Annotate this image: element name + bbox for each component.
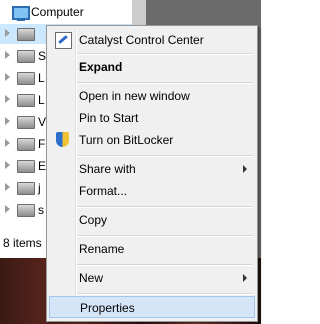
drive-icon	[17, 182, 35, 195]
menu-item-label: Format...	[79, 184, 128, 198]
expand-arrow-icon[interactable]	[5, 139, 10, 147]
drive-icon	[17, 72, 35, 85]
menu-item-label: Expand	[79, 60, 123, 74]
menu-separator	[77, 206, 253, 208]
drive-icon	[17, 160, 35, 173]
menu-item-copy[interactable]: Copy	[49, 209, 255, 231]
expand-arrow-icon[interactable]	[5, 117, 10, 125]
menu-item-rename[interactable]: Rename	[49, 238, 255, 260]
menu-separator	[77, 155, 253, 157]
catalyst-control-center-icon	[55, 32, 72, 49]
drive-icon	[17, 204, 35, 217]
expand-arrow-icon[interactable]	[5, 161, 10, 169]
drive-icon	[17, 94, 35, 107]
expand-arrow-icon[interactable]	[5, 29, 10, 37]
drive-icon	[17, 116, 35, 129]
menu-item-new[interactable]: New	[49, 267, 255, 289]
menu-separator	[77, 264, 253, 266]
menu-item-label: New	[79, 271, 104, 285]
tree-item-label: V	[38, 115, 47, 129]
tree-item-label: j	[38, 181, 41, 195]
menu-item-label: Properties	[80, 301, 135, 315]
menu-item-catalyst-control-center[interactable]: Catalyst Control Center	[49, 29, 255, 51]
menu-item-open-in-new-window[interactable]: Open in new window	[49, 85, 255, 107]
status-items-count: 8 items	[3, 236, 42, 250]
menu-separator	[77, 82, 253, 84]
tree-item-computer[interactable]: Computer	[0, 2, 132, 22]
menu-separator	[77, 293, 253, 295]
menu-item-label: Catalyst Control Center	[79, 33, 204, 47]
tree-item-label: S	[38, 49, 47, 63]
menu-item-pin-to-start[interactable]: Pin to Start	[49, 107, 255, 129]
menu-item-expand[interactable]: Expand	[49, 56, 255, 78]
menu-item-label: Copy	[79, 213, 108, 227]
menu-item-label: Turn on BitLocker	[79, 133, 174, 147]
menu-item-label: Open in new window	[79, 89, 190, 103]
tree-item-label: Computer	[31, 5, 84, 19]
expand-arrow-icon[interactable]	[5, 95, 10, 103]
menu-item-label: Pin to Start	[79, 111, 139, 125]
drive-icon	[17, 138, 35, 151]
menu-item-format[interactable]: Format...	[49, 180, 255, 202]
expand-arrow-icon[interactable]	[5, 183, 10, 191]
tree-item-label: F	[38, 137, 46, 151]
expand-arrow-icon[interactable]	[5, 51, 10, 59]
computer-icon	[12, 6, 30, 21]
submenu-arrow-icon	[243, 274, 247, 282]
menu-item-turn-on-bitlocker[interactable]: Turn on BitLocker	[49, 129, 255, 151]
menu-separator	[77, 53, 253, 55]
tree-item-label: s	[38, 203, 44, 217]
shield-icon	[56, 132, 69, 147]
menu-item-label: Rename	[79, 242, 125, 256]
tree-item-label: E	[38, 159, 47, 173]
tree-item-label: L	[38, 93, 45, 107]
context-menu: Catalyst Control Center Expand Open in n…	[46, 25, 258, 322]
submenu-arrow-icon	[243, 165, 247, 173]
expand-arrow-icon[interactable]	[5, 205, 10, 213]
menu-separator	[77, 235, 253, 237]
drive-icon	[17, 28, 35, 41]
tree-item-label: L	[38, 71, 45, 85]
menu-item-share-with[interactable]: Share with	[49, 158, 255, 180]
menu-item-label: Share with	[79, 162, 136, 176]
expand-arrow-icon[interactable]	[5, 73, 10, 81]
menu-item-properties[interactable]: Properties	[49, 296, 255, 318]
drive-icon	[17, 50, 35, 63]
